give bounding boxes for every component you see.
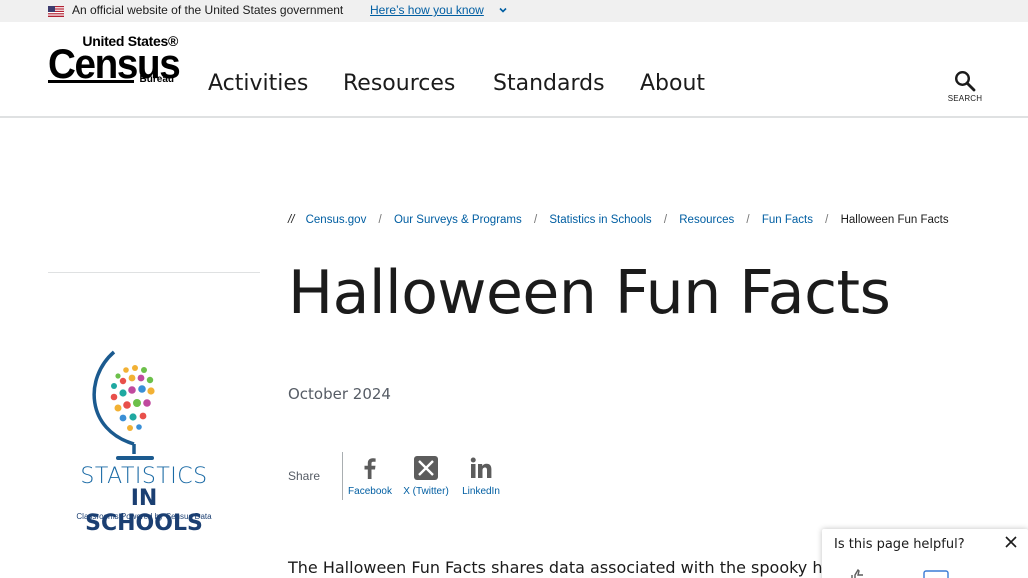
share-x-twitter-label: X (Twitter) <box>403 486 449 497</box>
linkedin-icon <box>470 457 492 478</box>
sidebar-divider <box>48 272 260 273</box>
gov-banner: An official website of the United States… <box>0 0 1028 22</box>
share-facebook-label: Facebook <box>348 486 392 497</box>
breadcrumb-resources[interactable]: Resources <box>679 214 734 226</box>
search-button[interactable]: SEARCH <box>946 66 984 106</box>
share-x-twitter-button[interactable]: X (Twitter) <box>402 456 450 497</box>
page-title: Halloween Fun Facts <box>288 258 891 328</box>
search-label: SEARCH <box>947 94 983 103</box>
publish-date: October 2024 <box>288 385 391 403</box>
census-bureau-logo[interactable]: United States® Census Bureau <box>48 33 181 89</box>
breadcrumb-surveys-programs[interactable]: Our Surveys & Programs <box>394 214 522 226</box>
thumbs-up-icon[interactable] <box>848 567 870 578</box>
share-label: Share <box>288 469 321 483</box>
sis-logo-line-2: IN SCHOOLS <box>85 486 203 536</box>
breadcrumb-prefix: // <box>288 214 295 226</box>
share-facebook-button[interactable]: Facebook <box>348 456 392 497</box>
thumbs-down-icon[interactable] <box>922 569 950 578</box>
facebook-icon <box>364 458 376 479</box>
breadcrumb-separator: / <box>825 214 829 226</box>
site-header: United States® Census Bureau Activities … <box>0 22 1028 118</box>
breadcrumb-separator: / <box>746 214 750 226</box>
share-linkedin-label: LinkedIn <box>462 486 500 497</box>
share-divider <box>342 452 343 500</box>
chevron-down-icon[interactable] <box>498 5 508 15</box>
breadcrumb-separator: / <box>378 214 382 226</box>
feedback-widget: Is this page helpful? <box>822 529 1028 578</box>
breadcrumb-separator: / <box>663 214 668 226</box>
statistics-in-schools-logo: STATISTICS IN SCHOOLS Classrooms Powered… <box>74 348 214 536</box>
share-linkedin-button[interactable]: LinkedIn <box>460 456 502 497</box>
feedback-question: Is this page helpful? <box>834 537 965 552</box>
nav-resources[interactable]: Resources <box>343 71 455 96</box>
breadcrumb-statistics-in-schools[interactable]: Statistics in Schools <box>549 214 651 226</box>
close-icon[interactable] <box>1004 535 1018 549</box>
logo-line-3: Bureau <box>139 74 174 85</box>
logo-underline <box>48 80 134 83</box>
search-icon <box>954 70 976 92</box>
sis-logo-tagline: Classrooms Powered by Census Data <box>76 512 212 521</box>
gov-banner-text: An official website of the United States… <box>72 3 344 17</box>
breadcrumb-separator: / <box>533 214 538 226</box>
breadcrumb-current: Halloween Fun Facts <box>840 214 949 226</box>
x-twitter-icon <box>414 456 438 480</box>
nav-about[interactable]: About <box>640 71 705 96</box>
heres-how-you-know-link[interactable]: Here’s how you know <box>370 3 484 17</box>
breadcrumb-fun-facts[interactable]: Fun Facts <box>762 214 813 226</box>
breadcrumb-census-gov[interactable]: Census.gov <box>306 214 367 226</box>
breadcrumb: // Census.gov / Our Surveys & Programs /… <box>288 214 949 226</box>
intro-paragraph: The Halloween Fun Facts shares data asso… <box>288 558 823 577</box>
globe-icon <box>92 350 155 460</box>
us-flag-icon <box>48 6 64 17</box>
nav-activities[interactable]: Activities <box>208 71 308 96</box>
nav-standards[interactable]: Standards <box>493 71 605 96</box>
